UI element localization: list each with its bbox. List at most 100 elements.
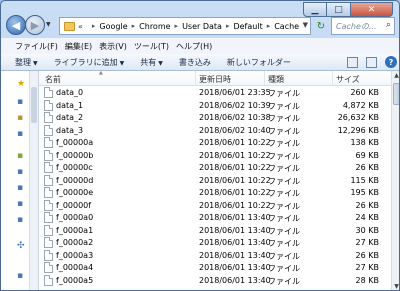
file-size: 28 KB xyxy=(355,275,379,285)
libraries-icon[interactable]: ▪ xyxy=(17,151,23,161)
desktop-icon[interactable]: ▪ xyxy=(17,97,23,107)
breadcrumb-item[interactable]: Cache xyxy=(274,22,299,31)
file-row[interactable]: data_3 2018/06/02 10:40 ファイル 12,296 KB xyxy=(39,124,391,137)
file-type: ファイル xyxy=(268,101,300,111)
back-button[interactable]: ◀ xyxy=(6,15,26,35)
file-row[interactable]: f_00000b 2018/06/01 10:22 ファイル 69 KB xyxy=(39,149,391,162)
file-icon xyxy=(44,224,53,236)
new-folder-button[interactable]: 新しいフォルダー xyxy=(227,57,291,68)
favorites-star-icon[interactable]: ★ xyxy=(17,79,25,89)
organize-label: 整理 xyxy=(15,57,31,67)
arrow-left-icon: ◀ xyxy=(11,18,21,32)
scroll-up-icon[interactable]: ▲ xyxy=(392,71,399,81)
navigation-scrollbar[interactable] xyxy=(29,71,38,290)
file-size: 4,872 KB xyxy=(342,100,379,110)
file-list-scrollbar[interactable]: ▲ ▼ xyxy=(391,71,399,290)
scrollbar-thumb[interactable] xyxy=(31,87,37,123)
file-row[interactable]: data_0 2018/06/01 23:35 ファイル 260 KB xyxy=(39,86,391,99)
breadcrumb-separator-icon[interactable]: ▸ xyxy=(92,22,96,30)
file-row[interactable]: f_00000e 2018/06/01 10:22 ファイル 195 KB xyxy=(39,186,391,199)
add-to-library-button[interactable]: ライブラリに追加 ▼ xyxy=(54,57,125,68)
help-icon[interactable]: ? xyxy=(385,56,397,68)
breadcrumb-separator-icon[interactable]: ▸ xyxy=(267,22,271,30)
breadcrumb-item[interactable]: Google xyxy=(99,22,127,31)
column-type[interactable]: 種類 xyxy=(268,74,284,85)
menu-item[interactable]: ツール(T) xyxy=(134,41,169,52)
scrollbar-thumb[interactable] xyxy=(393,83,399,105)
file-name: f_0000a3 xyxy=(56,250,94,260)
breadcrumb-separator-icon[interactable]: ▸ xyxy=(132,22,136,30)
column-name[interactable]: 名前 xyxy=(45,74,61,85)
homegroup-icon[interactable]: ✣ xyxy=(17,241,25,251)
file-row[interactable]: f_0000a1 2018/06/01 13:40 ファイル 30 KB xyxy=(39,224,391,237)
file-type: ファイル xyxy=(268,176,300,186)
organize-button[interactable]: 整理 ▼ xyxy=(15,57,38,68)
preview-pane-icon[interactable] xyxy=(366,56,377,68)
column-header: ▲ 名前 更新日時 種類 サイズ xyxy=(39,71,391,86)
column-date[interactable]: 更新日時 xyxy=(199,74,231,85)
column-divider[interactable] xyxy=(264,71,265,86)
add-to-library-label: ライブラリに追加 xyxy=(53,57,118,67)
menu-item[interactable]: ヘルプ(H) xyxy=(176,41,212,52)
menu-item[interactable]: 編集(E) xyxy=(65,41,92,52)
chevron-down-icon: ▼ xyxy=(33,59,38,67)
file-date: 2018/06/01 13:40 xyxy=(199,238,271,247)
file-row[interactable]: f_0000a3 2018/06/01 13:40 ファイル 26 KB xyxy=(39,249,391,262)
documents-icon[interactable]: ▪ xyxy=(17,167,23,177)
breadcrumb-item[interactable]: User Data xyxy=(182,22,222,31)
music-icon[interactable]: ▪ xyxy=(17,199,23,209)
recent-places-icon[interactable]: ▪ xyxy=(17,129,23,139)
view-options-icon[interactable] xyxy=(347,56,358,68)
file-icon xyxy=(44,199,53,211)
address-row: ◀ ▶ ▼ « ▸ Google ▸ Chrome ▸ User Data ▸ Default… xyxy=(1,14,399,38)
search-icon[interactable]: ⌕ xyxy=(386,20,391,30)
file-size: 30 KB xyxy=(355,225,379,235)
command-bar: 整理 ▼ ライブラリに追加 ▼ 共有 ▼ 書き込み 新しいフォルダー ? xyxy=(1,54,399,71)
address-dropdown[interactable]: ▼ xyxy=(303,21,308,29)
share-button[interactable]: 共有 ▼ xyxy=(140,57,163,68)
file-type: ファイル xyxy=(268,126,300,136)
file-size: 26 KB xyxy=(355,200,379,210)
breadcrumb-item[interactable]: Chrome xyxy=(139,22,170,31)
file-row[interactable]: data_1 2018/06/02 10:39 ファイル 4,872 KB xyxy=(39,99,391,112)
file-date: 2018/06/01 10:22 xyxy=(199,150,271,160)
menu-item[interactable]: ファイル(F) xyxy=(15,41,58,52)
breadcrumb-separator-icon[interactable]: ▸ xyxy=(175,22,179,30)
videos-icon[interactable]: ▪ xyxy=(17,215,23,225)
file-row[interactable]: f_00000a 2018/06/01 10:22 ファイル 138 KB xyxy=(39,136,391,149)
forward-button[interactable]: ▶ xyxy=(25,15,45,35)
breadcrumb-item[interactable]: Default xyxy=(233,22,262,31)
file-type: ファイル xyxy=(268,164,300,173)
computer-icon[interactable]: ▪ xyxy=(17,271,23,281)
pictures-icon[interactable]: ▪ xyxy=(17,183,23,193)
burn-label: 書き込み xyxy=(178,57,211,67)
address-bar[interactable]: « ▸ Google ▸ Chrome ▸ User Data ▸ Default ▸ Cache… xyxy=(59,17,311,35)
column-divider[interactable] xyxy=(332,71,333,86)
file-name: f_0000a0 xyxy=(56,213,94,222)
column-divider[interactable] xyxy=(195,71,196,86)
burn-button[interactable]: 書き込み xyxy=(179,57,211,68)
file-row[interactable]: f_0000a0 2018/06/01 13:40 ファイル 24 KB xyxy=(39,211,391,224)
file-type: ファイル xyxy=(268,89,300,98)
search-input[interactable]: Cacheの... ⌕ xyxy=(331,17,395,35)
file-date: 2018/06/02 10:40 xyxy=(199,125,271,135)
breadcrumb-separator-icon[interactable]: ▸ xyxy=(226,22,230,30)
recent-pages-dropdown[interactable]: ▼ xyxy=(46,21,51,28)
breadcrumb-overflow[interactable]: « xyxy=(78,22,83,31)
column-size[interactable]: サイズ xyxy=(336,74,360,85)
file-name: data_0 xyxy=(56,88,84,97)
file-name: data_3 xyxy=(56,125,84,135)
file-row[interactable]: f_00000d 2018/06/01 10:22 ファイル 115 KB xyxy=(39,174,391,187)
scroll-down-icon[interactable]: ▼ xyxy=(392,282,399,290)
refresh-button[interactable]: ↻ xyxy=(314,17,328,35)
file-row[interactable]: f_0000a2 2018/06/01 13:40 ファイル 27 KB xyxy=(39,236,391,249)
file-row[interactable]: f_00000c 2018/06/01 10:22 ファイル 26 KB xyxy=(39,161,391,174)
file-row[interactable]: f_0000a5 2018/06/01 13:40 ファイル 28 KB xyxy=(39,274,391,287)
file-row[interactable]: data_2 2018/06/02 10:38 ファイル 26,632 KB xyxy=(39,111,391,124)
file-row[interactable]: f_0000a4 2018/06/01 13:40 ファイル 27 KB xyxy=(39,261,391,274)
menu-item[interactable]: 表示(V) xyxy=(99,41,127,52)
file-icon xyxy=(44,274,53,286)
file-type: ファイル xyxy=(268,114,300,123)
file-row[interactable]: f_00000f 2018/06/01 10:22 ファイル 26 KB xyxy=(39,199,391,212)
downloads-icon[interactable]: ▪ xyxy=(17,113,23,123)
